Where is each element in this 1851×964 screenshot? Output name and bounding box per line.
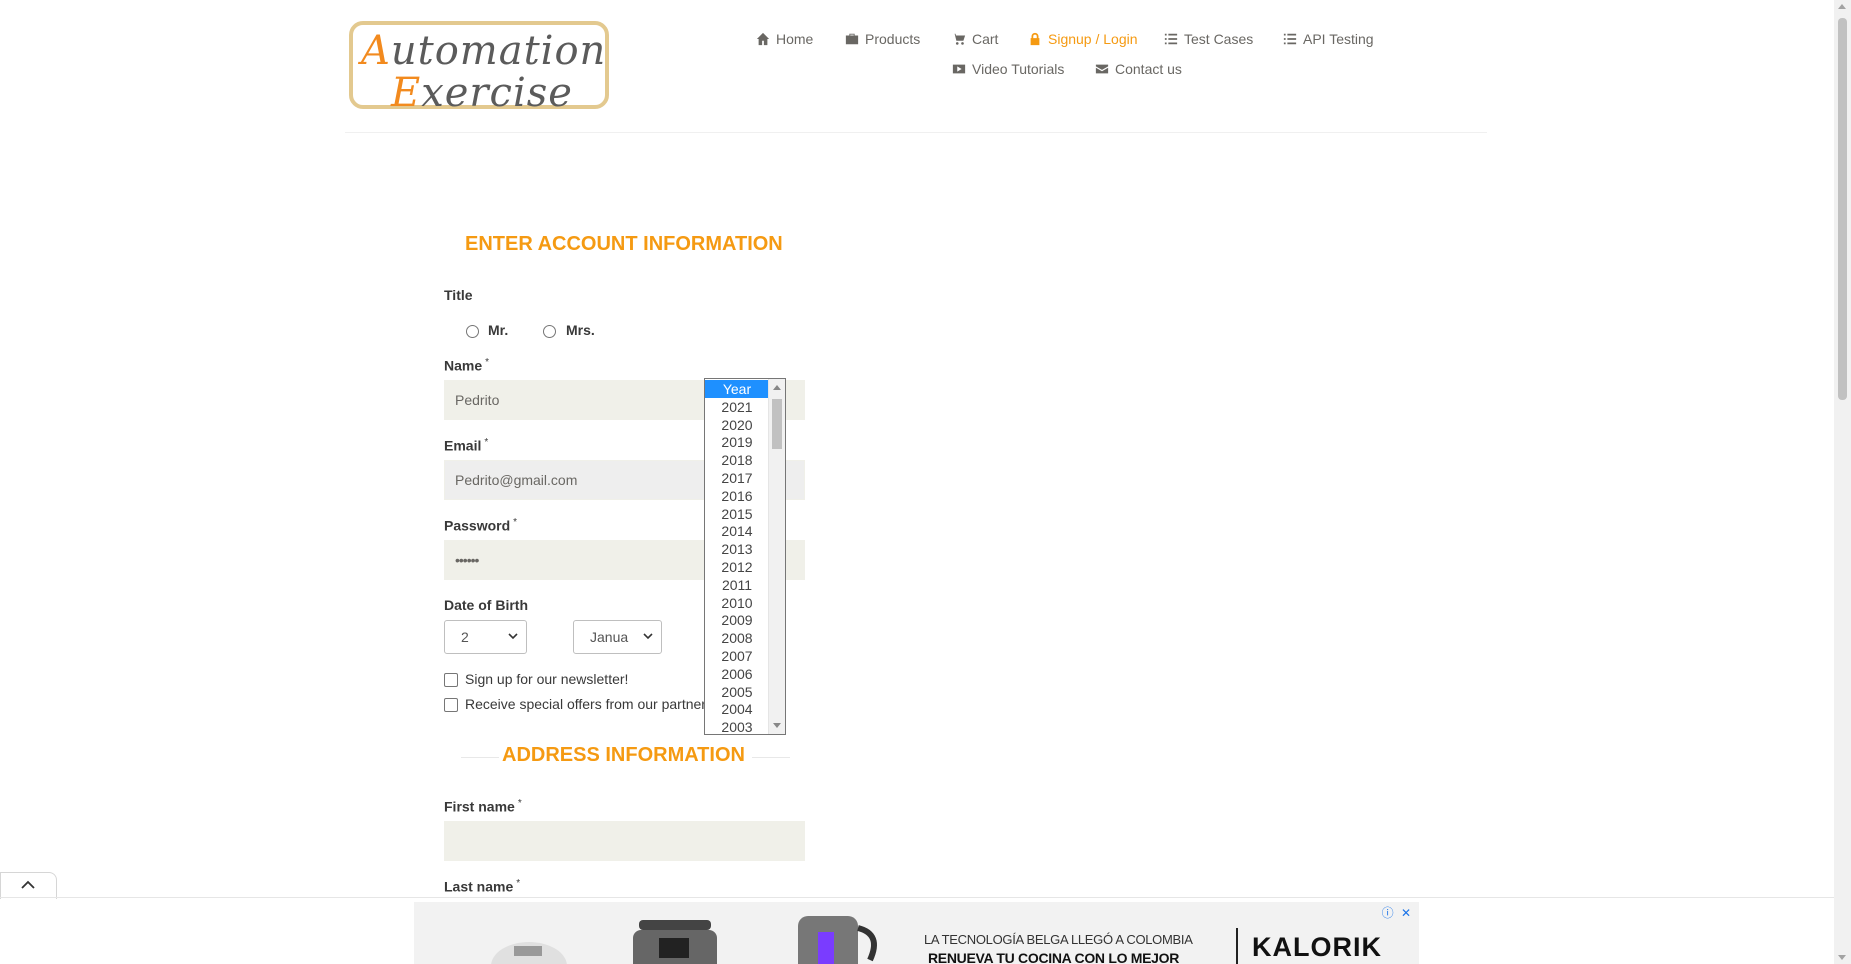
year-option[interactable]: 2007 bbox=[705, 647, 769, 665]
year-option[interactable]: 2008 bbox=[705, 629, 769, 647]
page-scroll-up-icon[interactable] bbox=[1838, 4, 1846, 9]
header-divider bbox=[345, 132, 1487, 133]
ad-product-image bbox=[633, 920, 717, 964]
year-option[interactable]: 2021 bbox=[705, 398, 769, 416]
ad-text-line-2: RENUEVA TU COCINA CON LO MEJOR bbox=[928, 950, 1180, 964]
site-logo[interactable]: Automation Exercise bbox=[349, 21, 609, 113]
dob-month-select[interactable]: Janua bbox=[573, 620, 662, 654]
dropdown-scrollbar[interactable] bbox=[768, 379, 785, 734]
lock-icon bbox=[1030, 32, 1040, 46]
chevron-up-icon bbox=[21, 880, 35, 889]
dob-label: Date of Birth bbox=[444, 597, 528, 613]
ad-divider bbox=[1236, 928, 1238, 964]
year-option[interactable]: 2004 bbox=[705, 700, 769, 718]
ad-close-icon[interactable]: ✕ bbox=[1401, 906, 1411, 920]
title-label: Title bbox=[444, 287, 473, 303]
nav-products[interactable]: Products bbox=[845, 31, 920, 47]
title-mrs-radio[interactable] bbox=[543, 325, 556, 338]
nav-contact-us-label: Contact us bbox=[1115, 61, 1182, 77]
dob-day-select[interactable]: 2 bbox=[444, 620, 527, 654]
first-name-label: First name * bbox=[444, 798, 522, 815]
last-name-label: Last name * bbox=[444, 878, 521, 895]
page-scroll-thumb[interactable] bbox=[1838, 18, 1847, 400]
home-icon bbox=[756, 32, 770, 46]
year-option[interactable]: 2018 bbox=[705, 451, 769, 469]
products-icon bbox=[845, 33, 859, 45]
ad-controls[interactable]: ⓘ ✕ bbox=[1382, 904, 1411, 921]
address-title-line-right bbox=[752, 757, 790, 758]
newsletter-checkbox[interactable] bbox=[444, 673, 458, 687]
year-option[interactable]: 2014 bbox=[705, 522, 769, 540]
year-option[interactable]: 2011 bbox=[705, 576, 769, 594]
nav-api-testing-label: API Testing bbox=[1303, 31, 1374, 47]
nav-test-cases[interactable]: Test Cases bbox=[1164, 31, 1253, 47]
nav-signup-login[interactable]: Signup / Login bbox=[1028, 31, 1138, 47]
ad-product-image bbox=[798, 916, 877, 964]
youtube-icon bbox=[952, 64, 966, 74]
page-scrollbar[interactable] bbox=[1834, 0, 1851, 964]
year-option[interactable]: 2012 bbox=[705, 558, 769, 576]
year-option[interactable]: Year bbox=[705, 380, 769, 398]
newsletter-label: Sign up for our newsletter! bbox=[465, 671, 629, 687]
ad-brand: KALORIK bbox=[1252, 932, 1382, 962]
list-icon bbox=[1283, 33, 1297, 45]
year-option[interactable]: 2010 bbox=[705, 594, 769, 612]
year-option[interactable]: 2016 bbox=[705, 487, 769, 505]
chevron-down-icon bbox=[508, 633, 518, 640]
nav-test-cases-label: Test Cases bbox=[1184, 31, 1254, 47]
envelope-icon bbox=[1095, 64, 1109, 74]
year-option[interactable]: 2006 bbox=[705, 665, 769, 683]
nav-cart[interactable]: Cart bbox=[952, 31, 998, 47]
nav-cart-label: Cart bbox=[972, 31, 999, 47]
dob-month-value: Janua bbox=[590, 629, 629, 645]
year-option[interactable]: 2013 bbox=[705, 540, 769, 558]
logo-line-2: Exercise bbox=[391, 70, 573, 116]
nav-video-tutorials[interactable]: Video Tutorials bbox=[952, 61, 1064, 77]
title-mrs-label: Mrs. bbox=[566, 322, 595, 338]
scroll-down-arrow-icon[interactable] bbox=[773, 723, 781, 728]
offers-checkbox[interactable] bbox=[444, 698, 458, 712]
year-option[interactable]: 2017 bbox=[705, 469, 769, 487]
scroll-up-arrow-icon[interactable] bbox=[773, 385, 781, 390]
nav-home[interactable]: Home bbox=[756, 31, 813, 47]
name-label: Name * bbox=[444, 357, 490, 374]
year-option[interactable]: 2019 bbox=[705, 433, 769, 451]
nav-video-tutorials-label: Video Tutorials bbox=[972, 61, 1065, 77]
offers-label: Receive special offers from our partner bbox=[465, 696, 706, 712]
nav-products-label: Products bbox=[865, 31, 921, 47]
account-info-title: ENTER ACCOUNT INFORMATION bbox=[465, 233, 783, 255]
ad-bar-divider bbox=[0, 897, 1834, 898]
nav-home-label: Home bbox=[776, 31, 814, 47]
nav-api-testing[interactable]: API Testing bbox=[1283, 31, 1374, 47]
year-option[interactable]: 2005 bbox=[705, 683, 769, 701]
dob-year-dropdown-list[interactable]: Year 2021 2020 2019 2018 2017 2016 2015 2014 2013… bbox=[704, 378, 786, 735]
nav-contact-us[interactable]: Contact us bbox=[1095, 61, 1182, 77]
address-info-title: ADDRESS INFORMATION bbox=[502, 744, 745, 766]
logo-line-1: Automation bbox=[361, 28, 607, 74]
email-label: Email * bbox=[444, 437, 489, 454]
nav-signup-login-label: Signup / Login bbox=[1048, 31, 1138, 47]
list-icon bbox=[1164, 33, 1178, 45]
first-name-input[interactable] bbox=[444, 821, 805, 861]
chevron-down-icon bbox=[643, 633, 653, 640]
title-mr-label: Mr. bbox=[488, 322, 509, 338]
ad-info-icon[interactable]: ⓘ bbox=[1382, 906, 1394, 920]
dob-day-value: 2 bbox=[461, 629, 469, 645]
year-option[interactable]: 2020 bbox=[705, 416, 769, 434]
page-scroll-down-icon[interactable] bbox=[1838, 955, 1846, 960]
cart-icon bbox=[952, 33, 966, 45]
ad-product-image bbox=[491, 942, 567, 964]
address-title-line-left bbox=[461, 757, 499, 758]
ad-text-line-1: LA TECNOLOGÍA BELGA LLEGÓ A COLOMBIA bbox=[924, 932, 1193, 947]
password-label: Password * bbox=[444, 517, 518, 534]
title-mr-radio[interactable] bbox=[466, 325, 479, 338]
year-option[interactable]: 2009 bbox=[705, 611, 769, 629]
year-option[interactable]: 2015 bbox=[705, 505, 769, 523]
year-option[interactable]: 2003 bbox=[705, 718, 769, 734]
scroll-to-top-button[interactable] bbox=[0, 872, 57, 899]
dropdown-scroll-thumb[interactable] bbox=[772, 399, 782, 449]
advertisement-banner[interactable]: LA TECNOLOGÍA BELGA LLEGÓ A COLOMBIA REN… bbox=[414, 902, 1419, 964]
